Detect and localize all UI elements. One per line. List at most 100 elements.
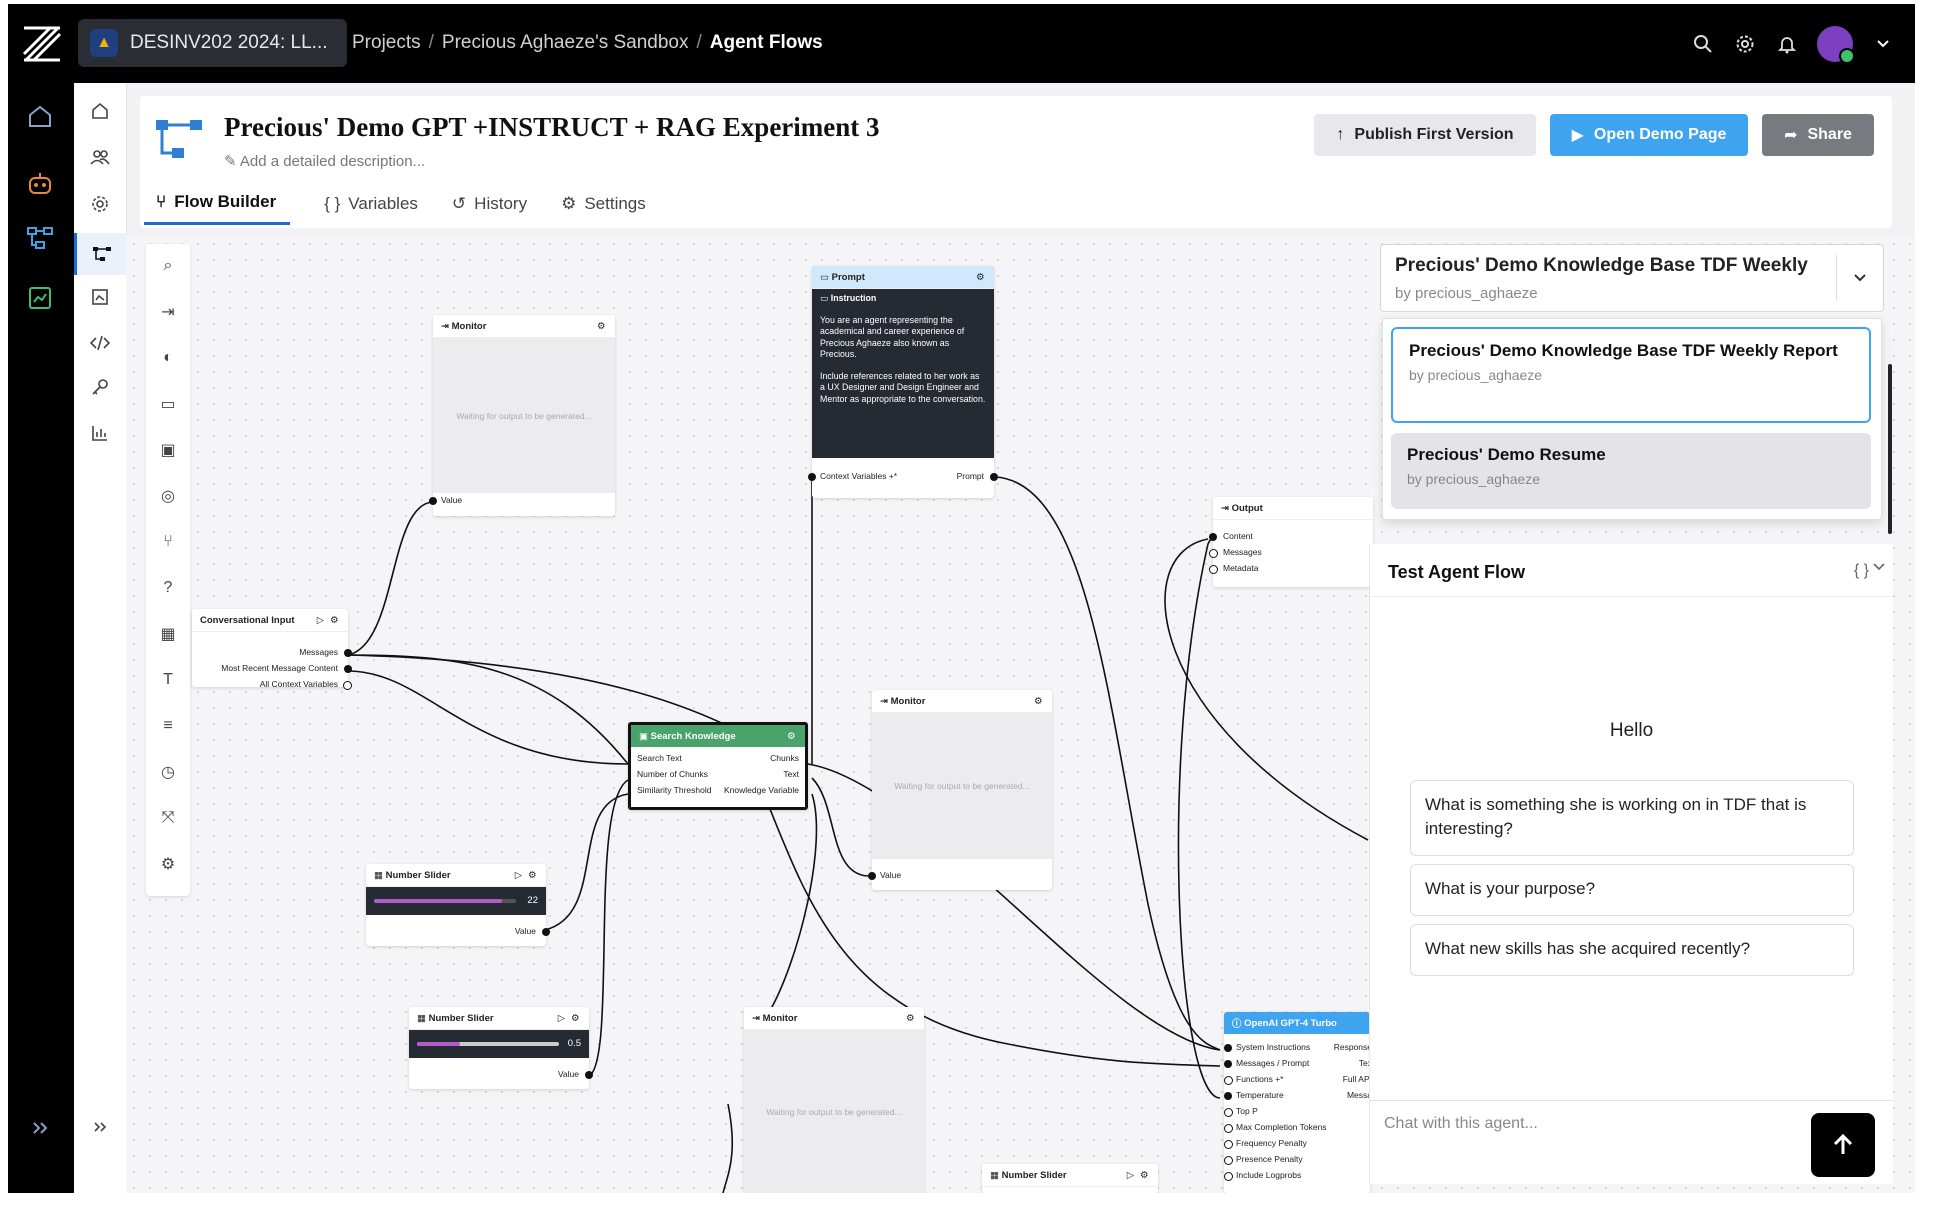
send-button[interactable] bbox=[1811, 1113, 1875, 1177]
play-icon[interactable]: ▷ bbox=[1127, 1170, 1134, 1181]
gear-icon[interactable]: ⚙ bbox=[787, 731, 797, 742]
port-handle[interactable] bbox=[1224, 1092, 1232, 1100]
slider-track[interactable] bbox=[374, 899, 516, 903]
globe-icon[interactable]: ◎ bbox=[156, 484, 180, 508]
knowledge-base-select[interactable]: Precious' Demo Knowledge Base TDF Weekly… bbox=[1380, 244, 1884, 312]
port-handle[interactable] bbox=[429, 497, 437, 505]
robot-icon[interactable] bbox=[25, 169, 55, 199]
flow-builder-nav-icon[interactable] bbox=[74, 233, 126, 275]
gear-icon[interactable]: ⚙ bbox=[528, 870, 538, 881]
search-icon[interactable]: ⌕ bbox=[156, 254, 180, 278]
search-knowledge-node[interactable]: ▣ Search Knowledge ⚙ Search Text Number o… bbox=[628, 722, 808, 810]
breadcrumb-agent-flows[interactable]: Agent Flows bbox=[710, 32, 823, 54]
gear-icon[interactable]: ⚙ bbox=[1034, 696, 1044, 707]
output-node[interactable]: ⇥ Output Content Messages Metadata bbox=[1209, 497, 1373, 587]
port-handle[interactable] bbox=[1209, 533, 1217, 541]
monitor-node[interactable]: ⇥ Monitor ⚙ Waiting for output to be gene… bbox=[744, 1007, 924, 1193]
gear-icon[interactable]: ⚙ bbox=[1140, 1170, 1150, 1181]
chevron-down-icon[interactable] bbox=[1871, 32, 1895, 56]
chat-input[interactable]: Chat with this agent... bbox=[1384, 1115, 1538, 1133]
slider-track[interactable] bbox=[417, 1042, 559, 1046]
chat-icon[interactable]: ▭ bbox=[156, 392, 180, 416]
page-title[interactable]: Precious' Demo GPT +INSTRUCT + RAG Exper… bbox=[224, 112, 880, 143]
openai-node[interactable]: ⓘ OpenAI GPT-4 Turbo System Instructions… bbox=[1224, 1012, 1370, 1193]
code-icon[interactable] bbox=[86, 329, 114, 357]
chevron-down-icon[interactable] bbox=[1836, 255, 1883, 301]
gear-icon[interactable]: ⚙ bbox=[976, 272, 986, 283]
port-handle[interactable] bbox=[1209, 549, 1218, 558]
play-icon[interactable]: ▷ bbox=[317, 615, 324, 626]
description-field[interactable]: ✎ Add a detailed description... bbox=[224, 152, 425, 170]
gear-icon[interactable] bbox=[86, 190, 114, 218]
key-icon[interactable] bbox=[86, 373, 114, 401]
port-handle[interactable] bbox=[1224, 1060, 1232, 1068]
brain-icon[interactable]: ◐ bbox=[156, 346, 180, 370]
image-icon[interactable] bbox=[86, 283, 114, 311]
expand-sidebar-icon[interactable] bbox=[25, 1113, 55, 1143]
suggestion-button[interactable]: What new skills has she acquired recentl… bbox=[1410, 924, 1854, 976]
help-icon[interactable]: ? bbox=[156, 576, 180, 600]
panel-scrollbar[interactable] bbox=[1888, 364, 1892, 534]
clock-icon[interactable]: ◷ bbox=[156, 760, 180, 784]
tab-flow-builder[interactable]: ⑂ Flow Builder bbox=[144, 192, 291, 225]
number-slider-node[interactable]: ▦ Number Slider ▷ ⚙ bbox=[982, 1164, 1158, 1193]
play-icon[interactable]: ▷ bbox=[558, 1013, 565, 1024]
breadcrumb-sandbox[interactable]: Precious Aghaeze's Sandbox bbox=[442, 32, 689, 54]
port-handle[interactable] bbox=[344, 649, 352, 657]
knowledge-option[interactable]: Precious' Demo Knowledge Base TDF Weekly… bbox=[1391, 327, 1871, 423]
home-icon[interactable] bbox=[25, 101, 55, 131]
open-demo-button[interactable]: ▶ Open Demo Page bbox=[1550, 114, 1748, 156]
bell-icon[interactable] bbox=[1775, 32, 1799, 56]
users-icon[interactable] bbox=[86, 143, 114, 171]
number-slider-node[interactable]: ▦ Number Slider ▷ ⚙ 0.5 Value bbox=[409, 1007, 593, 1089]
gear-icon[interactable]: ⚙ bbox=[597, 321, 607, 332]
knowledge-option[interactable]: Precious' Demo Resume by precious_aghaez… bbox=[1391, 433, 1871, 509]
chart-icon[interactable] bbox=[86, 419, 114, 447]
gear-icon[interactable]: ⚙ bbox=[571, 1013, 581, 1024]
gear-icon[interactable]: ⚙ bbox=[156, 852, 180, 876]
port-handle[interactable] bbox=[1224, 1156, 1233, 1165]
org-switcher[interactable]: ▲ DESINV202 2024: LL... bbox=[78, 19, 347, 67]
flow-icon[interactable]: ⑂ bbox=[156, 530, 180, 554]
port-handle[interactable] bbox=[1224, 1108, 1233, 1117]
gear-icon[interactable]: ⚙ bbox=[330, 615, 340, 626]
suggestion-button[interactable]: What is your purpose? bbox=[1410, 864, 1854, 916]
port-handle[interactable] bbox=[868, 872, 876, 880]
avatar[interactable] bbox=[1817, 26, 1855, 64]
prompt-node[interactable]: ▭ Prompt ⚙ ▭ Instruction You are an agent… bbox=[808, 266, 998, 498]
port-handle[interactable] bbox=[990, 473, 998, 481]
image-icon[interactable]: ▣ bbox=[156, 438, 180, 462]
gear-icon[interactable]: ⚙ bbox=[906, 1013, 916, 1024]
port-handle[interactable] bbox=[1224, 1044, 1232, 1052]
chevron-down-icon[interactable] bbox=[1871, 558, 1891, 578]
tab-variables[interactable]: { } Variables bbox=[324, 192, 418, 225]
expand-icon[interactable]: ⤧ bbox=[156, 806, 180, 830]
gear-icon[interactable] bbox=[1733, 32, 1757, 56]
port-handle[interactable] bbox=[1209, 565, 1218, 574]
text-icon[interactable]: T bbox=[156, 668, 180, 692]
port-handle[interactable] bbox=[585, 1071, 593, 1079]
port-handle[interactable] bbox=[1224, 1140, 1233, 1149]
port-handle[interactable] bbox=[1224, 1124, 1233, 1133]
port-handle[interactable] bbox=[1224, 1076, 1233, 1085]
input-icon[interactable]: ⇥ bbox=[156, 300, 180, 324]
expand-panel-icon[interactable] bbox=[86, 1113, 114, 1141]
app-logo[interactable] bbox=[20, 22, 64, 66]
grid-icon[interactable]: ▦ bbox=[156, 622, 180, 646]
list-icon[interactable]: ≡ bbox=[156, 714, 180, 738]
monitor-node[interactable]: ⇥ Monitor ⚙ Waiting for output to be gene… bbox=[429, 315, 615, 516]
tab-history[interactable]: ↺ History bbox=[452, 192, 527, 225]
dashboard-icon[interactable] bbox=[25, 283, 55, 313]
suggestion-button[interactable]: What is something she is working on in T… bbox=[1410, 780, 1854, 856]
instruction-block[interactable]: ▭ Instruction You are an agent represent… bbox=[812, 289, 994, 458]
agent-flows-icon[interactable] bbox=[25, 223, 55, 253]
monitor-node[interactable]: ⇥ Monitor ⚙ Waiting for output to be gene… bbox=[868, 690, 1052, 890]
home-icon[interactable] bbox=[86, 97, 114, 125]
port-handle[interactable] bbox=[1224, 1172, 1233, 1181]
port-handle[interactable] bbox=[344, 665, 352, 673]
port-handle[interactable] bbox=[808, 473, 816, 481]
breadcrumb-projects[interactable]: Projects bbox=[352, 32, 421, 54]
number-slider-node[interactable]: ▦ Number Slider ▷ ⚙ 22 Value bbox=[366, 864, 550, 946]
port-handle[interactable] bbox=[343, 681, 352, 690]
port-handle[interactable] bbox=[542, 928, 550, 936]
